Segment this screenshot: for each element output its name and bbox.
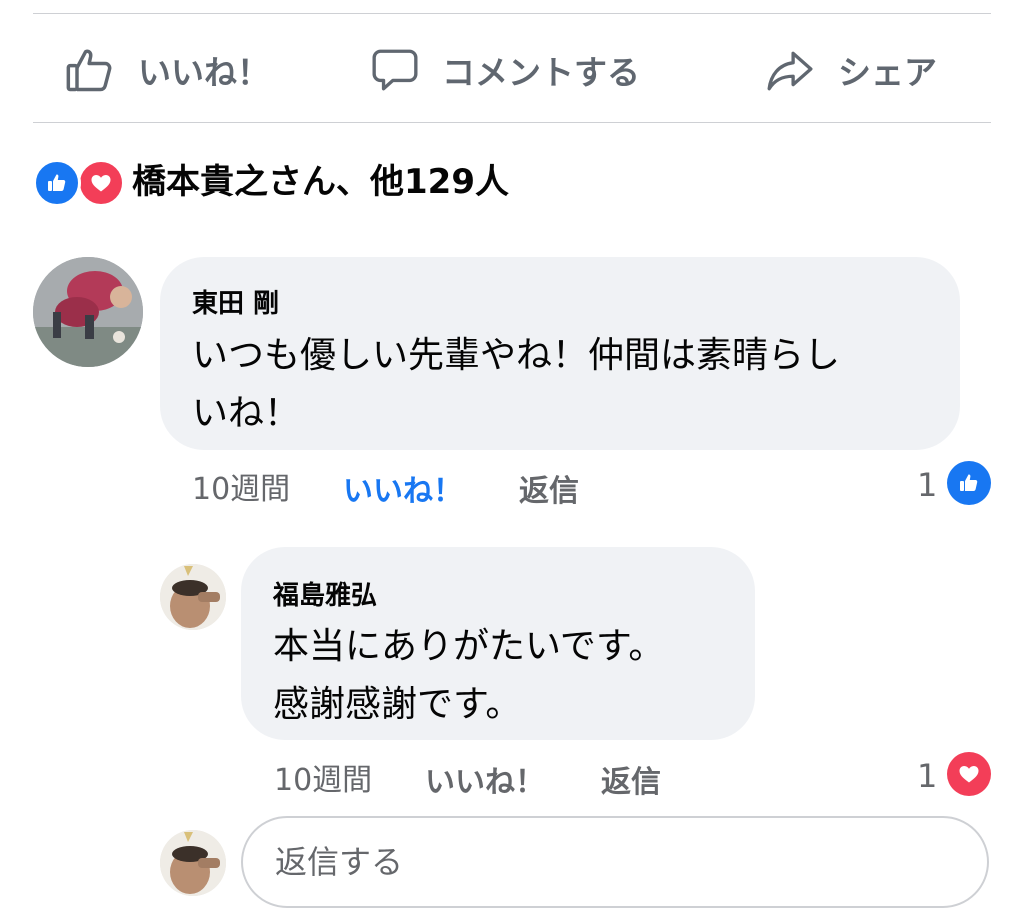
reaction-count[interactable]: 1 <box>917 757 937 795</box>
like-action-button[interactable]: いいね！ <box>64 40 270 100</box>
comment-author[interactable]: 東田 剛 <box>192 283 279 320</box>
thumbs-up-icon <box>64 44 116 96</box>
top-divider <box>33 13 991 14</box>
comment-bubble[interactable]: 福島雅弘 本当にありがたいです。 感謝感謝です。 <box>241 547 755 740</box>
comment-text-line: 本当にありがたいです。 <box>273 626 665 667</box>
love-icon <box>77 159 125 207</box>
comment-bubble-icon <box>370 44 420 96</box>
like-icon <box>947 461 991 505</box>
comment-action-label: コメントする <box>442 53 640 92</box>
reply-input[interactable] <box>241 816 989 908</box>
actions-divider <box>33 122 991 123</box>
comment-bubble[interactable]: 東田 剛 いつも優しい先輩やね！仲間は素晴らし いね！ <box>160 257 960 450</box>
avatar[interactable] <box>160 830 226 896</box>
comment-reply-button[interactable]: 返信 <box>601 757 661 801</box>
share-arrow-icon <box>764 45 816 95</box>
share-action-label: シェア <box>838 53 937 92</box>
comment-author[interactable]: 福島雅弘 <box>273 575 377 612</box>
comment-action-button[interactable]: コメントする <box>370 40 640 100</box>
comment-like-button[interactable]: いいね！ <box>343 466 463 510</box>
avatar-photo <box>160 564 226 630</box>
comment-time[interactable]: 10週間 <box>192 464 290 508</box>
avatar-photo <box>160 830 226 896</box>
comment-text-line: いね！ <box>192 393 301 434</box>
reaction-count[interactable]: 1 <box>917 466 937 504</box>
comment-text-line: いつも優しい先輩やね！仲間は素晴らし <box>192 335 841 376</box>
comment-text-line: 感謝感謝です。 <box>273 684 522 725</box>
comment-like-button[interactable]: いいね！ <box>425 757 545 801</box>
love-icon <box>947 752 991 796</box>
avatar[interactable] <box>160 564 226 630</box>
avatar-photo <box>33 257 143 367</box>
share-action-button[interactable]: シェア <box>764 40 937 100</box>
like-icon <box>33 159 81 207</box>
avatar[interactable] <box>33 257 143 367</box>
comment-time[interactable]: 10週間 <box>274 755 372 799</box>
comment-reply-button[interactable]: 返信 <box>519 466 579 510</box>
like-action-label: いいね！ <box>138 53 270 92</box>
reactions-summary-text[interactable]: 橋本貴之さん、他129人 <box>132 160 509 204</box>
